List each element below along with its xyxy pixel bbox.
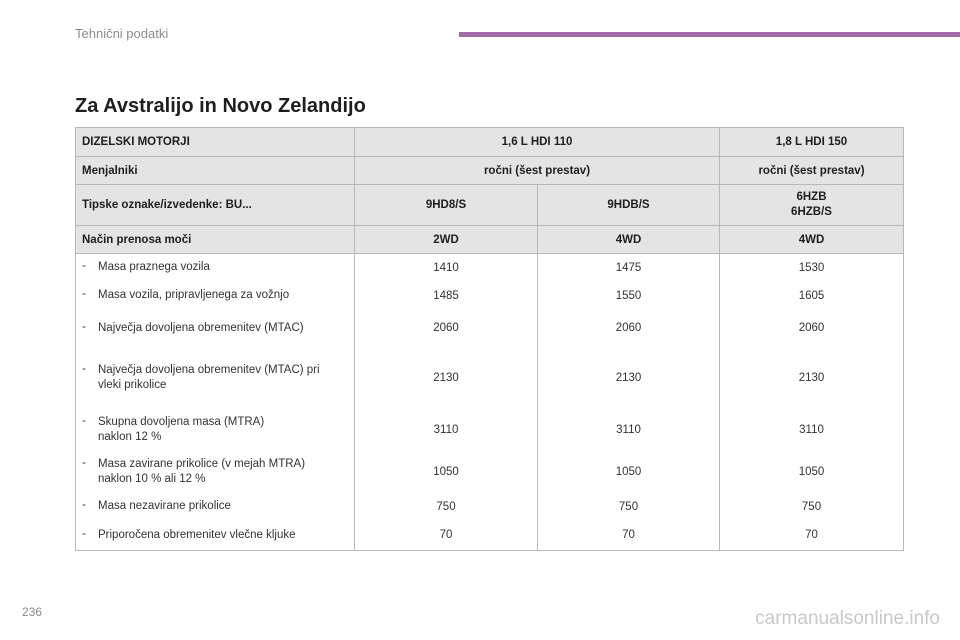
gearbox-a-cell: ročni (šest prestav) <box>354 156 720 185</box>
row-value-1: 1410 <box>354 253 538 282</box>
row-bullet: - <box>82 260 86 273</box>
gearbox-row: Menjalniki ročni (šest prestav) ročni (š… <box>75 156 904 185</box>
table-row: - Masa vozila, pripravljenega za vožnjo 1… <box>75 281 904 310</box>
section-accent-bar <box>459 32 960 37</box>
type-cell-1: 9HD8/S <box>354 184 538 226</box>
row-label: Masa zavirane prikolice (v mejah MTRA) <box>98 458 306 470</box>
table-row: - Masa zavirane prikolice (v mejah MTRA) n… <box>75 451 904 493</box>
row-value-2: 750 <box>537 492 720 521</box>
row-label: Masa nezavirane prikolice <box>98 500 231 512</box>
row-bullet: - <box>82 415 86 427</box>
row-label: Največja dovoljena obremenitev (MTAC) <box>98 321 304 334</box>
type-cell-3-line2: 6HZB/S <box>791 206 832 218</box>
row-bullet: - <box>82 499 86 511</box>
spec-table: DIZELSKI MOTORJI 1,6 L HDI 110 1,8 L HDI… <box>75 127 904 551</box>
row-value-1: 3110 <box>354 408 538 452</box>
row-label: Skupna dovoljena masa (MTRA) <box>98 416 265 428</box>
row-bullet: - <box>82 288 86 300</box>
row-value-2: 1475 <box>537 253 720 282</box>
row-value-3: 2060 <box>719 309 904 347</box>
row-value-3: 1605 <box>719 281 904 310</box>
row-bullet: - <box>82 320 86 333</box>
table-row: - Največja dovoljena obremenitev (MTAC) p… <box>75 346 904 409</box>
row-value-2: 2060 <box>537 309 720 347</box>
page-number: 236 <box>22 605 43 619</box>
drive-row: Način prenosa moči 2WD 4WD 4WD <box>75 225 904 254</box>
row-label-cont: vleki prikolice <box>98 378 167 391</box>
row-value-1: 2060 <box>354 309 538 347</box>
row-value-3: 2130 <box>719 346 904 409</box>
engine-b-cell: 1,8 L HDI 150 <box>719 127 904 157</box>
type-cell-3: 6HZB 6HZB/S <box>719 184 904 226</box>
engine-row-label: DIZELSKI MOTORJI <box>75 127 355 157</box>
table-row: - Največja dovoljena obremenitev (MTAC) 2… <box>75 309 904 347</box>
engine-row: DIZELSKI MOTORJI 1,6 L HDI 110 1,8 L HDI… <box>75 127 904 157</box>
row-label-cont: naklon 10 % ali 12 % <box>98 473 206 485</box>
row-value-3: 1530 <box>719 253 904 282</box>
row-value-1: 1485 <box>354 281 538 310</box>
engine-a-cell: 1,6 L HDI 110 <box>354 127 720 157</box>
table-row: - Priporočena obremenitev vlečne kljuke 7… <box>75 520 904 551</box>
table-row: - Masa praznega vozila 1410 1475 1530 <box>75 253 904 282</box>
row-label-cont: naklon 12 % <box>98 431 162 443</box>
drive-cell-1: 2WD <box>354 225 538 254</box>
row-label: Masa praznega vozila <box>98 261 210 274</box>
row-value-2: 1550 <box>537 281 720 310</box>
row-label: Priporočena obremenitev vlečne kljuke <box>98 528 296 541</box>
section-title: Tehnični podatki <box>75 26 169 41</box>
row-value-1: 70 <box>354 520 538 551</box>
row-value-3: 70 <box>719 520 904 551</box>
row-value-2: 1050 <box>537 451 720 493</box>
type-cell-3-line1: 6HZB <box>796 191 827 203</box>
gearbox-row-label: Menjalniki <box>75 156 355 185</box>
drive-cell-2: 4WD <box>537 225 720 254</box>
row-bullet: - <box>82 457 86 469</box>
row-value-3: 750 <box>719 492 904 521</box>
row-value-1: 750 <box>354 492 538 521</box>
row-value-1: 1050 <box>354 451 538 493</box>
row-value-3: 1050 <box>719 451 904 493</box>
row-value-3: 3110 <box>719 408 904 452</box>
type-row-label: Tipske oznake/izvedenke: BU... <box>75 184 355 226</box>
row-value-1: 2130 <box>354 346 538 409</box>
row-bullet: - <box>82 527 86 540</box>
page-title: Za Avstralijo in Novo Zelandijo <box>75 95 366 117</box>
row-value-2: 2130 <box>537 346 720 409</box>
row-bullet: - <box>82 362 86 375</box>
type-row: Tipske oznake/izvedenke: BU... 9HD8/S 9H… <box>75 184 904 226</box>
table-row: - Masa nezavirane prikolice 750 750 750 <box>75 492 904 521</box>
row-label: Največja dovoljena obremenitev (MTAC) pr… <box>98 363 320 376</box>
row-value-2: 3110 <box>537 408 720 452</box>
drive-cell-3: 4WD <box>719 225 904 254</box>
type-cell-2: 9HDB/S <box>537 184 720 226</box>
drive-row-label: Način prenosa moči <box>75 225 355 254</box>
row-value-2: 70 <box>537 520 720 551</box>
gearbox-b-cell: ročni (šest prestav) <box>719 156 904 185</box>
row-label: Masa vozila, pripravljenega za vožnjo <box>98 289 290 301</box>
table-row: - Skupna dovoljena masa (MTRA) naklon 12 %… <box>75 408 904 452</box>
watermark: carmanualsonline.info <box>755 608 940 629</box>
